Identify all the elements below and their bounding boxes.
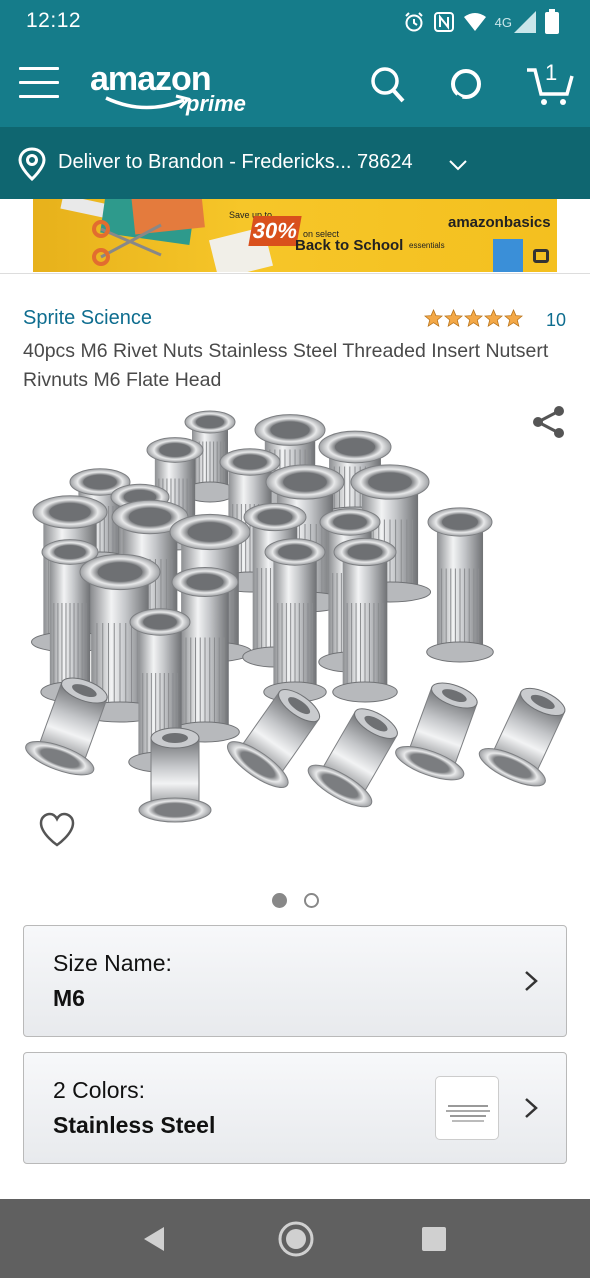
clipboard-graphic	[493, 239, 523, 272]
network-icon: 4G	[495, 11, 536, 33]
heart-icon[interactable]	[38, 812, 76, 853]
star-icon	[504, 309, 523, 327]
share-icon[interactable]	[531, 404, 567, 445]
banner-brand: amazonbasics	[448, 214, 551, 231]
promo-banner[interactable]: Save up to 30% on select Back to School …	[33, 199, 557, 272]
wifi-icon	[463, 12, 487, 32]
amazon-prime-logo[interactable]: amazon prime	[90, 54, 260, 118]
chevron-down-icon	[449, 158, 467, 176]
binder-clip-graphic	[533, 249, 549, 263]
search-icon[interactable]	[370, 64, 406, 109]
color-label: 2 Colors:	[53, 1077, 146, 1103]
size-selector[interactable]: Size Name: M6	[23, 925, 567, 1037]
banner-headline: Back to School	[295, 237, 404, 254]
star-icon	[424, 309, 443, 327]
recents-icon[interactable]	[420, 1219, 448, 1264]
alexa-icon[interactable]	[448, 64, 484, 109]
android-nav-bar	[0, 1199, 590, 1278]
nfc-icon	[433, 11, 455, 33]
size-label: Size Name:	[53, 950, 172, 976]
star-icon	[484, 309, 503, 327]
divider	[0, 273, 590, 274]
color-value: Stainless Steel	[53, 1112, 216, 1138]
home-icon[interactable]	[276, 1219, 316, 1264]
status-time: 12:12	[26, 9, 82, 32]
menu-icon[interactable]	[19, 67, 59, 101]
banner-essentials: essentials	[409, 241, 445, 250]
brand-link[interactable]: Sprite Science	[23, 307, 152, 330]
size-value: M6	[53, 985, 85, 1011]
deliver-to-bar[interactable]: Deliver to Brandon - Fredericks... 78624	[0, 127, 590, 199]
image-pagination[interactable]	[272, 893, 319, 908]
back-icon[interactable]	[140, 1219, 168, 1264]
star-icon	[444, 309, 463, 327]
star-icon	[464, 309, 483, 327]
page-dot[interactable]	[304, 893, 319, 908]
app-header: amazon prime 1	[0, 44, 590, 127]
chevron-right-icon	[524, 970, 538, 997]
product-image[interactable]	[20, 400, 580, 870]
banner-percent: 30%	[248, 216, 302, 246]
rating-count[interactable]: 10	[546, 310, 566, 331]
status-bar: 12:12 4G	[0, 0, 590, 44]
color-selector[interactable]: 2 Colors: Stainless Steel	[23, 1052, 567, 1164]
product-title: 40pcs M6 Rivet Nuts Stainless Steel Thre…	[23, 340, 549, 391]
network-label: 4G	[494, 14, 512, 30]
page-dot-active[interactable]	[272, 893, 287, 908]
chevron-right-icon	[524, 1097, 538, 1124]
logo-sub: prime	[186, 91, 246, 116]
status-icons: 4G	[403, 7, 560, 37]
alarm-icon	[403, 11, 425, 33]
location-pin-icon	[17, 147, 47, 186]
deliver-address: Deliver to Brandon - Fredericks... 78624	[58, 151, 413, 173]
scissors-icon	[91, 217, 171, 272]
cart-count: 1	[545, 60, 558, 85]
battery-icon	[544, 9, 560, 35]
rating-stars[interactable]	[424, 309, 523, 328]
color-swatch-thumbnail[interactable]	[435, 1076, 499, 1140]
